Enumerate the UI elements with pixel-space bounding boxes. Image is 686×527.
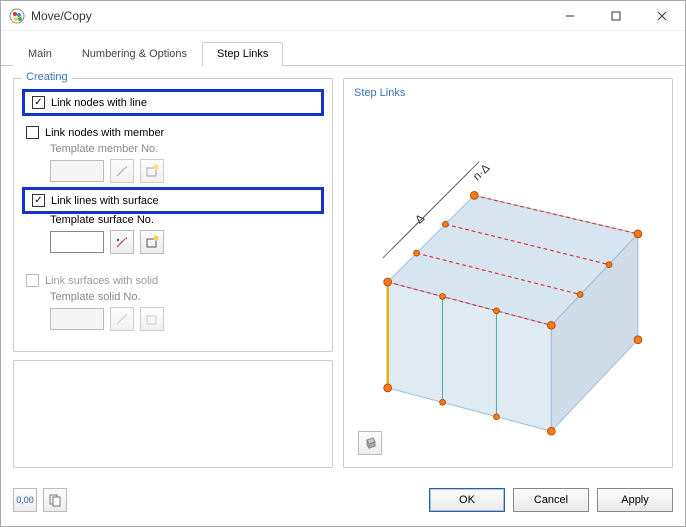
minimize-button[interactable] <box>547 1 593 31</box>
content: Creating Link nodes with line Link nodes… <box>1 66 685 480</box>
preview-mode-button[interactable] <box>358 431 382 455</box>
template-member-label: Template member No. <box>50 143 320 155</box>
left-column: Creating Link nodes with line Link nodes… <box>13 78 333 468</box>
ok-button[interactable]: OK <box>429 488 505 512</box>
link-lines-surface-checkbox[interactable] <box>32 194 45 207</box>
new-member-button[interactable] <box>140 159 164 183</box>
titlebar: Move/Copy <box>1 1 685 31</box>
template-surface-field-row <box>50 230 320 254</box>
preview-svg: Δ n·Δ <box>354 105 662 459</box>
link-nodes-member-label: Link nodes with member <box>45 127 164 139</box>
link-surfaces-solid-checkbox <box>26 274 39 287</box>
delta-label: Δ <box>413 212 427 226</box>
cube-icon <box>363 436 377 450</box>
pick-surface-button[interactable] <box>110 230 134 254</box>
tabstrip: Main Numbering & Options Step Links <box>1 31 685 66</box>
tab-numbering[interactable]: Numbering & Options <box>67 42 202 66</box>
new-surface-button[interactable] <box>140 230 164 254</box>
app-icon <box>9 8 25 24</box>
link-nodes-member-checkbox[interactable] <box>26 126 39 139</box>
empty-group <box>13 360 333 468</box>
n-delta-label: n·Δ <box>471 162 493 183</box>
creating-group: Creating Link nodes with line Link nodes… <box>13 78 333 352</box>
units-icon: 0,00 <box>16 495 34 505</box>
template-solid-field-row <box>50 307 320 331</box>
pick-solid-button <box>110 307 134 331</box>
pick-icon <box>115 312 129 326</box>
apply-button[interactable]: Apply <box>597 488 673 512</box>
link-nodes-member-row: Link nodes with member <box>26 126 320 139</box>
template-solid-label: Template solid No. <box>50 291 320 303</box>
new-solid-button <box>140 307 164 331</box>
template-solid-input <box>50 308 104 330</box>
dialog-window: Move/Copy Main Numbering & Options Step … <box>0 0 686 527</box>
pick-icon <box>115 164 129 178</box>
template-member-field-row <box>50 159 320 183</box>
cancel-button[interactable]: Cancel <box>513 488 589 512</box>
template-member-input[interactable] <box>50 160 104 182</box>
button-bar: 0,00 OK Cancel Apply <box>1 480 685 526</box>
new-icon <box>145 164 159 178</box>
link-surfaces-solid-label: Link surfaces with solid <box>45 275 158 287</box>
link-lines-surface-row: Link lines with surface <box>26 191 320 210</box>
maximize-button[interactable] <box>593 1 639 31</box>
link-lines-surface-label: Link lines with surface <box>51 195 159 207</box>
preview-title: Step Links <box>354 87 662 99</box>
preview-panel: Step Links <box>343 78 673 468</box>
pick-member-button[interactable] <box>110 159 134 183</box>
dialog-title: Move/Copy <box>31 9 547 23</box>
template-surface-label: Template surface No. <box>50 214 320 226</box>
new-icon <box>145 235 159 249</box>
link-surfaces-solid-row: Link surfaces with solid <box>26 274 320 287</box>
tab-main[interactable]: Main <box>13 42 67 66</box>
link-nodes-line-label: Link nodes with line <box>51 97 147 109</box>
window-buttons <box>547 1 685 31</box>
copy-icon <box>48 493 62 507</box>
template-surface-input[interactable] <box>50 231 104 253</box>
creating-title: Creating <box>22 71 72 83</box>
preview-area: Δ n·Δ <box>354 105 662 459</box>
link-nodes-line-row: Link nodes with line <box>26 93 320 112</box>
link-nodes-line-checkbox[interactable] <box>32 96 45 109</box>
copy-settings-button[interactable] <box>43 488 67 512</box>
close-button[interactable] <box>639 1 685 31</box>
new-icon <box>145 312 159 326</box>
buttonbar-left: 0,00 <box>13 488 67 512</box>
pick-icon <box>115 235 129 249</box>
tab-step-links[interactable]: Step Links <box>202 42 283 66</box>
units-button[interactable]: 0,00 <box>13 488 37 512</box>
